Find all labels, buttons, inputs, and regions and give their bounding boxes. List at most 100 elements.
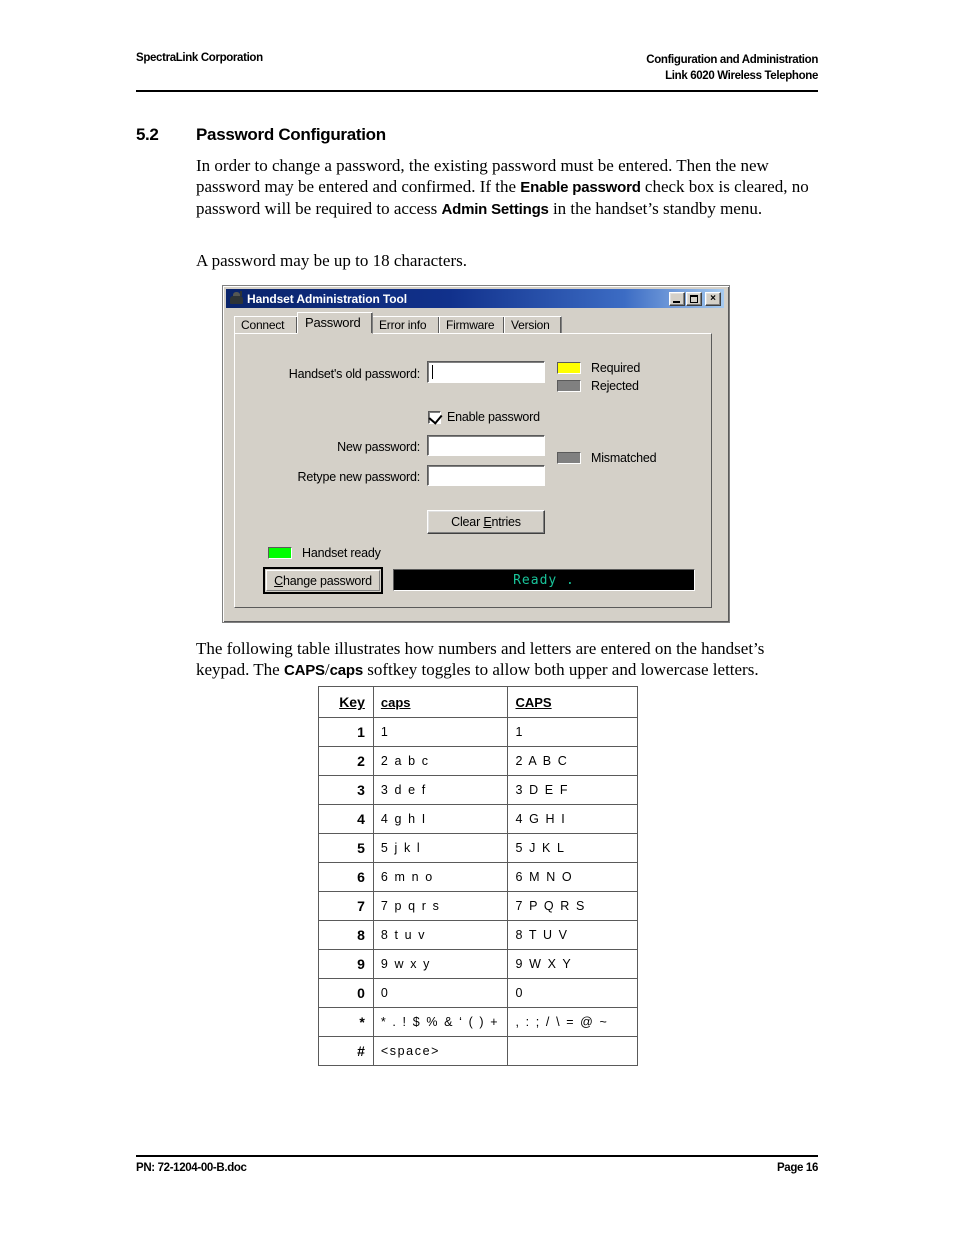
tab-version-label: Version xyxy=(511,318,550,332)
tab-password[interactable]: Password xyxy=(297,312,373,334)
column-header-caps: caps xyxy=(372,686,509,718)
header-title-line2: Link 6020 Wireless Telephone xyxy=(665,70,818,82)
enable-password-term: Enable password xyxy=(520,179,641,196)
table-row: # <space> xyxy=(318,1036,638,1066)
key-cell: 7 xyxy=(318,891,374,921)
table-row: 33 d e f3 D E F xyxy=(318,775,638,805)
key-cell: 3 xyxy=(318,775,374,805)
legend-label-required: Required xyxy=(591,361,641,375)
caps-term: CAPS xyxy=(283,662,325,679)
table-row: 66 m n o6 M N O xyxy=(318,862,638,892)
admin-settings-term: Admin Settings xyxy=(441,201,549,218)
table-row: 111 xyxy=(318,717,638,747)
maximize-icon xyxy=(690,294,698,303)
tab-firmware[interactable]: Firmware xyxy=(439,316,505,334)
retype-password-input[interactable] xyxy=(427,465,545,486)
caps-cell: 5 j k l xyxy=(372,833,509,863)
footer-page-number: Page 16 xyxy=(776,1162,818,1174)
legend-label-rejected: Rejected xyxy=(591,379,639,393)
CAPS-cell: 6 M N O xyxy=(507,862,638,892)
column-header-caps-label: caps xyxy=(380,694,411,710)
table-row: 55 j k l5 J K L xyxy=(318,833,638,863)
retype-password-label: Retype new password: xyxy=(297,470,421,484)
handset-administration-tool-window: Handset Administration Tool × Connect Pa… xyxy=(222,285,730,623)
table-row: 44 g h I4 G H I xyxy=(318,804,638,834)
caps-cell: * . ! $ % & ‘ ( ) + xyxy=(372,1007,509,1037)
old-password-label: Handset's old password: xyxy=(288,367,420,381)
header-document-title: Configuration and Administration Link 60… xyxy=(646,52,818,84)
caps-lower-term: caps xyxy=(329,662,364,679)
key-cell: 9 xyxy=(318,949,374,979)
clear-entries-button[interactable]: Clear Entries xyxy=(427,510,545,534)
key-cell: 2 xyxy=(318,746,374,776)
intro-text-3: in the handset’s standby menu. xyxy=(548,199,763,218)
tab-strip: Connect Password Error info Firmware Ver… xyxy=(234,312,712,334)
close-button[interactable]: × xyxy=(705,291,721,306)
legend-label-mismatched: Mismatched xyxy=(591,451,657,465)
new-password-input[interactable] xyxy=(427,435,545,456)
tab-error-info[interactable]: Error info xyxy=(372,316,440,334)
change-password-label: Change password xyxy=(274,574,372,588)
tab-version[interactable]: Version xyxy=(504,316,562,334)
keypad-character-table: Key caps CAPS 11122 a b c2 A B C33 d e f… xyxy=(318,686,638,1066)
table-row: * * . ! $ % & ‘ ( ) +, : ; / \ = @ ~ xyxy=(318,1007,638,1037)
CAPS-cell: 5 J K L xyxy=(507,833,638,863)
password-tab-panel: Handset's old password: Required Rejecte… xyxy=(234,333,712,608)
enable-password-checkbox[interactable] xyxy=(428,409,443,425)
key-cell: 8 xyxy=(318,920,374,950)
table-row: 88 t u v8 T U V xyxy=(318,920,638,950)
window-title: Handset Administration Tool xyxy=(247,291,407,306)
CAPS-cell: 7 P Q R S xyxy=(507,891,638,921)
header-title-line1: Configuration and Administration xyxy=(646,54,818,66)
footer-divider xyxy=(136,1155,818,1157)
CAPS-cell: , : ; / \ = @ ~ xyxy=(507,1007,638,1037)
text-caret xyxy=(432,365,433,379)
maximize-button[interactable] xyxy=(686,291,702,306)
CAPS-cell: 0 xyxy=(507,978,638,1008)
caps-cell: 6 m n o xyxy=(372,862,509,892)
key-cell: 4 xyxy=(318,804,374,834)
caps-cell: 1 xyxy=(372,717,509,747)
change-password-button-inner: Change password xyxy=(266,570,380,591)
CAPS-cell xyxy=(507,1036,638,1066)
tab-connect[interactable]: Connect xyxy=(234,316,298,334)
CAPS-cell: 8 T U V xyxy=(507,920,638,950)
header-company: SpectraLink Corporation xyxy=(136,52,263,64)
section-number: 5.2 xyxy=(136,125,159,144)
status-display: Ready . xyxy=(393,569,695,591)
legend-swatch-mismatched xyxy=(557,452,581,464)
caps-cell: <space> xyxy=(372,1036,509,1066)
caps-cell: 7 p q r s xyxy=(372,891,509,921)
column-header-key-label: Key xyxy=(339,694,365,710)
key-cell: 1 xyxy=(318,717,374,747)
table-row: 99 w x y9 W X Y xyxy=(318,949,638,979)
minimize-icon xyxy=(673,300,680,303)
column-header-CAPS: CAPS xyxy=(507,686,638,718)
caps-cell: 9 w x y xyxy=(372,949,509,979)
enable-password-label: Enable password xyxy=(447,410,540,424)
handset-icon xyxy=(229,291,244,306)
change-password-button[interactable]: Change password xyxy=(263,567,383,594)
old-password-input[interactable] xyxy=(427,361,545,383)
caps-cell: 4 g h I xyxy=(372,804,509,834)
column-header-key: Key xyxy=(318,686,374,718)
legend-swatch-required xyxy=(557,362,581,374)
footer-part-number: PN: 72-1204-00-B.doc xyxy=(136,1162,247,1174)
CAPS-cell: 2 A B C xyxy=(507,746,638,776)
checkmark-icon xyxy=(428,409,443,425)
clear-entries-post: ntries xyxy=(491,515,521,529)
column-header-CAPS-label: CAPS xyxy=(515,694,552,710)
CAPS-cell: 3 D E F xyxy=(507,775,638,805)
table-header-row: Key caps CAPS xyxy=(318,686,638,718)
minimize-button[interactable] xyxy=(669,291,685,306)
handset-ready-label: Handset ready xyxy=(302,546,381,560)
page-title: Password Configuration xyxy=(196,125,386,144)
change-password-post: hange password xyxy=(282,573,372,588)
key-cell: * xyxy=(318,1007,374,1037)
clear-entries-label: Clear Entries xyxy=(451,515,521,529)
caps-cell: 2 a b c xyxy=(372,746,509,776)
key-cell: # xyxy=(318,1036,374,1066)
enable-password-checkbox-row[interactable]: Enable password xyxy=(428,409,540,425)
caps-cell: 8 t u v xyxy=(372,920,509,950)
tab-firmware-label: Firmware xyxy=(446,318,495,332)
